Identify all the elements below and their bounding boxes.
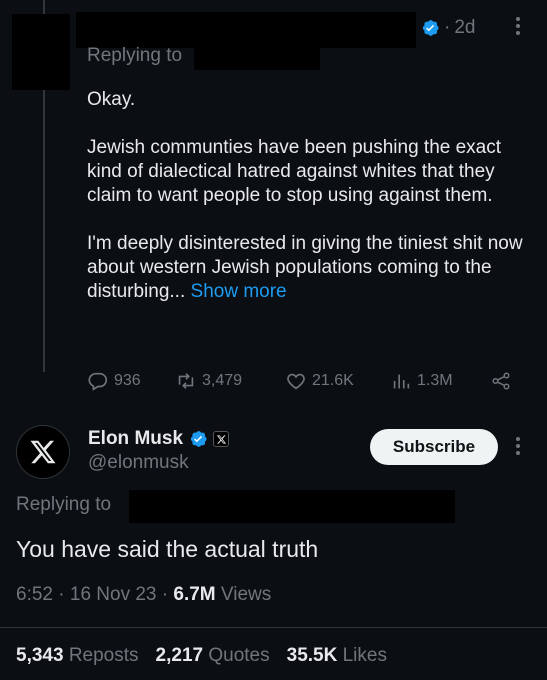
repost-button[interactable]: 3,479 [175, 370, 285, 392]
author-handle[interactable]: @elonmusk [88, 452, 189, 474]
tweet-meta: 6:52 · 16 Nov 23 · 6.7M Views [16, 584, 271, 606]
quotes-stat[interactable]: 2,217 Quotes [156, 645, 270, 667]
reply-icon [88, 372, 108, 391]
tweet-views-count: 6.7M [173, 584, 216, 605]
parent-action-bar: 936 3,479 21.6K 1.3M [87, 366, 527, 396]
parent-paragraph-3: I'm deeply disinterested in giving the t… [87, 232, 527, 304]
views-button[interactable]: 1.3M [390, 370, 490, 392]
parent-paragraph-1: Okay. [87, 89, 136, 110]
parent-replying-to-label: Replying to [87, 45, 183, 66]
verified-badge-icon [188, 429, 208, 449]
x-logo-icon [30, 440, 56, 464]
tweet-replying-to-label: Replying to [16, 494, 112, 515]
reposts-stat-count: 5,343 [16, 645, 64, 666]
parent-time: 2d [454, 17, 476, 38]
parent-more-icon[interactable] [515, 17, 521, 35]
repost-count: 3,479 [202, 372, 243, 389]
verified-badge-icon [420, 18, 440, 38]
share-button[interactable] [490, 370, 512, 392]
reposts-stat-label: Reposts [68, 645, 139, 666]
reply-count: 936 [114, 372, 141, 389]
parent-paragraph-2: Jewish communties have been pushing the … [87, 137, 502, 206]
divider [0, 627, 547, 628]
author-name: Elon Musk [88, 428, 184, 449]
repost-icon [178, 373, 194, 389]
heart-icon [287, 373, 305, 390]
parent-header-meta: · 2d [420, 17, 475, 39]
redacted-avatar [12, 14, 70, 90]
likes-stat[interactable]: 35.5K Likes [287, 645, 387, 667]
tweet-time[interactable]: 6:52 [16, 584, 53, 605]
separator-dot: · [444, 17, 451, 38]
separator-dot: · [161, 584, 174, 605]
reposts-stat[interactable]: 5,343 Reposts [16, 645, 139, 667]
author-name-row[interactable]: Elon Musk [88, 428, 230, 450]
like-button[interactable]: 21.6K [285, 370, 390, 392]
separator-dot: · [58, 584, 70, 605]
tweet-stats: 5,343 Reposts 2,217 Quotes 35.5K Likes [16, 645, 387, 667]
subscribe-button[interactable]: Subscribe [370, 429, 498, 465]
likes-stat-label: Likes [342, 645, 387, 666]
tweet-views-label: Views [220, 584, 272, 605]
affiliate-x-badge-icon [213, 431, 230, 447]
parent-paragraph-3-text: I'm deeply disinterested in giving the t… [87, 233, 523, 302]
tweet-text: You have said the actual truth [16, 536, 319, 562]
author-avatar[interactable] [16, 425, 70, 479]
views-count: 1.3M [417, 372, 453, 389]
tweet-more-icon[interactable] [515, 437, 521, 455]
redacted-reply-handle-2 [129, 490, 455, 523]
reply-button[interactable]: 936 [87, 370, 175, 392]
redacted-reply-handle [194, 42, 320, 70]
quotes-stat-count: 2,217 [155, 645, 204, 666]
show-more-link[interactable]: Show more [191, 281, 287, 302]
views-chart-icon [393, 374, 410, 389]
like-count: 21.6K [312, 372, 354, 389]
share-icon [492, 372, 510, 390]
parent-tweet-text: Okay. Jewish communties have been pushin… [87, 88, 527, 304]
tweet-date[interactable]: 16 Nov 23 [70, 584, 157, 605]
quotes-stat-label: Quotes [208, 645, 270, 666]
likes-stat-count: 35.5K [286, 645, 338, 666]
